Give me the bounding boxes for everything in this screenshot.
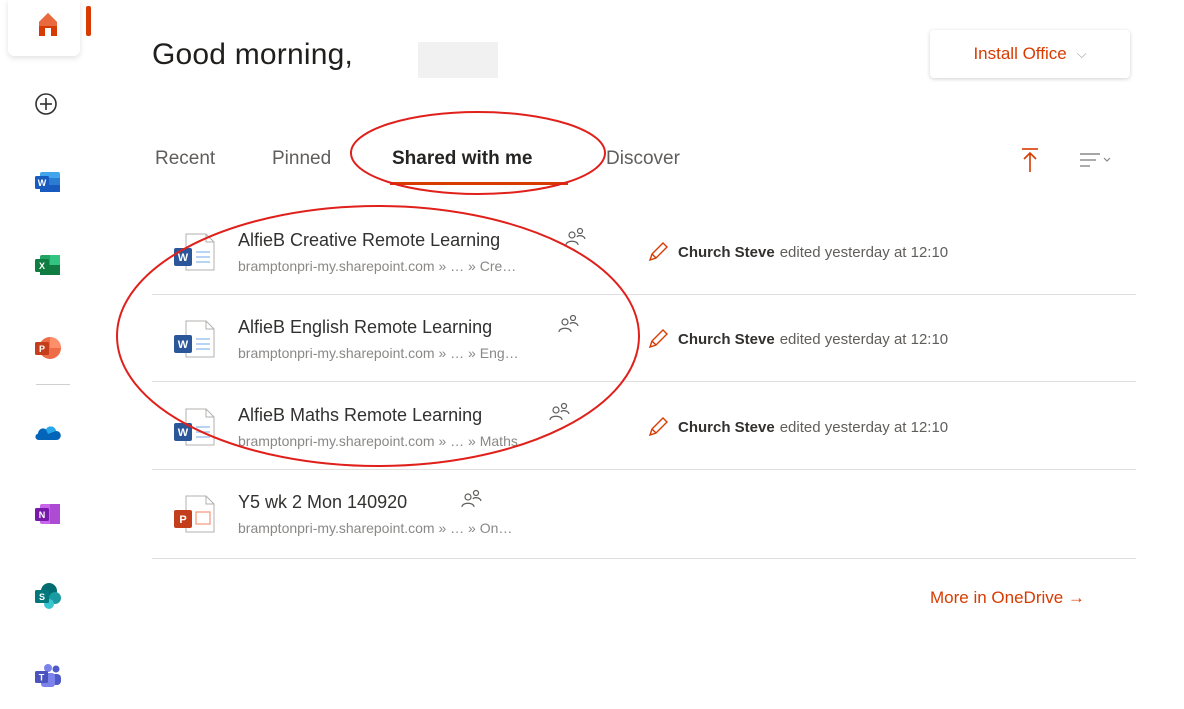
powerpoint-icon[interactable]: P	[32, 332, 64, 364]
svg-text:W: W	[38, 178, 47, 188]
file-path: bramptonpri-my.sharepoint.com » … » Eng…	[238, 345, 519, 361]
file-activity: Church Steve edited yesterday at 12:10	[646, 240, 948, 264]
editor-name: Church Steve	[678, 418, 775, 436]
tab-shared-with-me[interactable]: Shared with me	[392, 148, 532, 170]
greeting: Good morning,	[152, 38, 354, 71]
file-row[interactable]: P Y5 wk 2 Mon 140920 bramptonpri-my.shar…	[152, 470, 1136, 556]
word-file-icon: W	[174, 233, 215, 271]
word-icon[interactable]: W	[32, 166, 64, 198]
shared-icon	[549, 402, 570, 421]
chevron-down-icon: ⌵	[1076, 46, 1087, 61]
home-icon	[39, 13, 57, 36]
file-activity: Church Steve edited yesterday at 12:10	[646, 327, 948, 351]
onedrive-icon[interactable]	[32, 416, 64, 448]
svg-text:P: P	[179, 514, 186, 526]
create-icon[interactable]	[30, 88, 62, 120]
file-row[interactable]: W AlfieB Maths Remote Learning bramptonp…	[152, 383, 1136, 469]
activity-text: edited yesterday at 12:10	[779, 243, 949, 261]
redacted-username	[418, 42, 498, 78]
pencil-icon	[648, 242, 668, 262]
tab-discover[interactable]: Discover	[606, 148, 680, 170]
more-in-onedrive-link[interactable]: More in OneDrive →	[930, 588, 1085, 608]
activity-text: edited yesterday at 12:10	[779, 330, 949, 348]
tab-pinned[interactable]: Pinned	[272, 148, 331, 170]
upload-icon[interactable]	[1018, 146, 1042, 174]
install-office-label: Install Office	[973, 44, 1067, 63]
editor-name: Church Steve	[678, 330, 775, 348]
file-row[interactable]: W AlfieB Creative Remote Learning brampt…	[152, 208, 1136, 294]
svg-text:X: X	[39, 261, 45, 271]
svg-text:S: S	[39, 592, 45, 602]
excel-icon[interactable]: X	[32, 249, 64, 281]
word-file-icon: W	[174, 408, 215, 446]
word-file-icon: W	[174, 320, 215, 358]
install-office-button[interactable]: Install Office ⌵	[930, 30, 1130, 78]
sharepoint-icon[interactable]: S	[32, 580, 64, 612]
row-divider	[152, 381, 1136, 382]
sort-icon[interactable]	[1078, 150, 1124, 170]
editor-name: Church Steve	[678, 243, 775, 261]
file-path: bramptonpri-my.sharepoint.com » … » On…	[238, 520, 513, 536]
active-tab-underline	[390, 182, 568, 185]
onenote-icon[interactable]: N	[32, 498, 64, 530]
file-activity: Church Steve edited yesterday at 12:10	[646, 415, 948, 439]
file-name[interactable]: AlfieB English Remote Learning	[238, 317, 492, 338]
tab-recent[interactable]: Recent	[155, 148, 215, 170]
file-path: bramptonpri-my.sharepoint.com » … » Math…	[238, 433, 518, 449]
svg-text:N: N	[39, 510, 46, 520]
pencil-icon	[648, 329, 668, 349]
file-path: bramptonpri-my.sharepoint.com » … » Cre…	[238, 258, 517, 274]
shared-icon	[558, 314, 579, 333]
svg-text:P: P	[39, 344, 45, 354]
app-rail: W X P N S T	[0, 0, 105, 709]
svg-text:W: W	[178, 339, 189, 351]
svg-text:T: T	[39, 673, 45, 683]
activity-text: edited yesterday at 12:10	[779, 418, 949, 436]
file-name[interactable]: Y5 wk 2 Mon 140920	[238, 492, 407, 513]
shared-icon	[461, 489, 482, 508]
file-name[interactable]: AlfieB Creative Remote Learning	[238, 230, 500, 251]
pencil-icon	[648, 417, 668, 437]
shared-icon	[565, 227, 586, 246]
home-tab[interactable]	[8, 0, 80, 56]
powerpoint-file-icon: P	[174, 495, 215, 533]
active-indicator	[86, 6, 91, 36]
rail-divider	[36, 384, 70, 385]
row-divider	[152, 558, 1136, 559]
teams-icon[interactable]: T	[32, 660, 64, 692]
file-row[interactable]: W AlfieB English Remote Learning brampto…	[152, 295, 1136, 381]
file-name[interactable]: AlfieB Maths Remote Learning	[238, 405, 482, 426]
svg-text:W: W	[178, 427, 189, 439]
svg-text:W: W	[178, 252, 189, 264]
